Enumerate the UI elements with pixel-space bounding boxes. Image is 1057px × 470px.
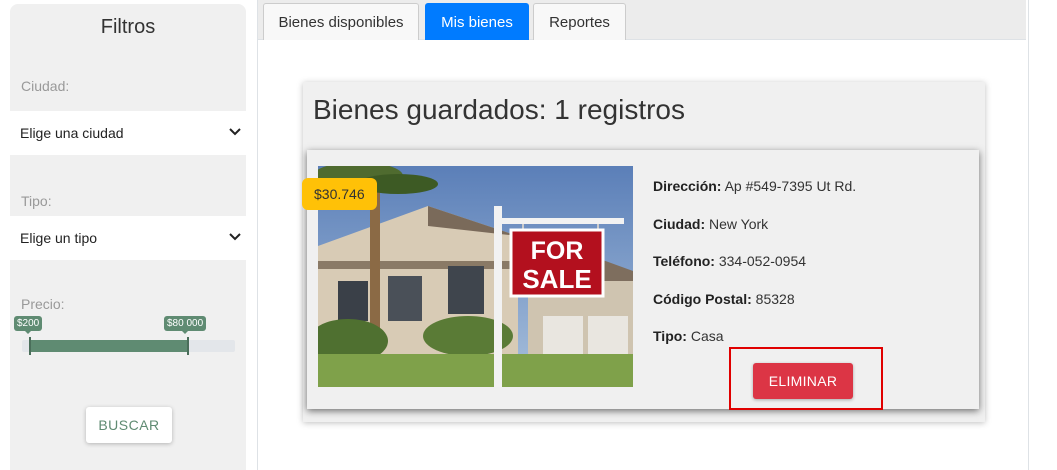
slider-range-fill — [30, 340, 188, 352]
tab-reportes[interactable]: Reportes — [533, 3, 626, 40]
sidebar-title: Filtros — [100, 16, 156, 38]
sign-text-top: FOR — [531, 237, 584, 265]
detail-phone: Teléfono: 334-052-0954 — [653, 253, 856, 291]
price-range-slider[interactable]: $200 $80 000 — [14, 316, 235, 355]
filters-sidebar: Filtros Ciudad: Elige una ciudad Tipo: E… — [10, 4, 246, 470]
city-label: Ciudad: — [21, 78, 70, 94]
slider-max-handle[interactable] — [187, 337, 189, 355]
price-label: Precio: — [21, 296, 65, 312]
type-select-value: Elige un tipo — [20, 230, 98, 246]
saved-properties-panel: Bienes guardados: 1 registros FOR SALE $… — [302, 82, 985, 422]
detail-label: Teléfono: — [653, 253, 715, 269]
detail-label: Ciudad: — [653, 215, 706, 232]
detail-value: Casa — [690, 328, 724, 344]
sign-text-bottom: SALE — [522, 264, 591, 294]
city-select[interactable]: Elige una ciudad — [10, 111, 246, 155]
detail-label: Dirección: — [653, 178, 722, 194]
price-min-badge: $200 — [14, 316, 43, 334]
detail-value: New York — [709, 215, 769, 232]
detail-label: Tipo: — [653, 328, 687, 344]
city-select-value: Elige una ciudad — [20, 125, 124, 141]
delete-button[interactable]: ELIMINAR — [753, 363, 853, 399]
detail-label: Código Postal: — [653, 290, 752, 307]
tab-mis-bienes[interactable]: Mis bienes — [425, 3, 529, 40]
detail-value: 334-052-0954 — [718, 253, 807, 269]
property-card: FOR SALE $30.746 Dirección: Ap #549-7395… — [302, 150, 979, 410]
tab-bar: Bienes disponibles Mis bienes Reportes — [258, 0, 1026, 40]
detail-postal-code: Código Postal: 85328 — [653, 291, 856, 329]
detail-city: Ciudad: New York — [653, 216, 856, 254]
price-badge: $30.746 — [302, 178, 377, 210]
detail-address: Dirección: Ap #549-7395 Ut Rd. — [653, 178, 856, 216]
search-button[interactable]: BUSCAR — [86, 407, 172, 443]
detail-value: Ap #549-7395 Ut Rd. — [724, 178, 857, 194]
detail-value: 85328 — [755, 290, 795, 307]
price-max-badge: $80 000 — [164, 316, 207, 334]
type-label: Tipo: — [21, 193, 52, 209]
chevron-down-icon — [229, 128, 241, 136]
slider-min-handle[interactable] — [29, 337, 31, 355]
tab-bienes-disponibles[interactable]: Bienes disponibles — [263, 3, 419, 40]
property-details: Dirección: Ap #549-7395 Ut Rd. Ciudad: N… — [653, 178, 856, 366]
chevron-down-icon — [229, 233, 241, 241]
main-content: Bienes disponibles Mis bienes Reportes B… — [257, 0, 1029, 470]
page-title: Bienes guardados: 1 registros — [313, 94, 685, 125]
type-select[interactable]: Elige un tipo — [10, 216, 246, 260]
